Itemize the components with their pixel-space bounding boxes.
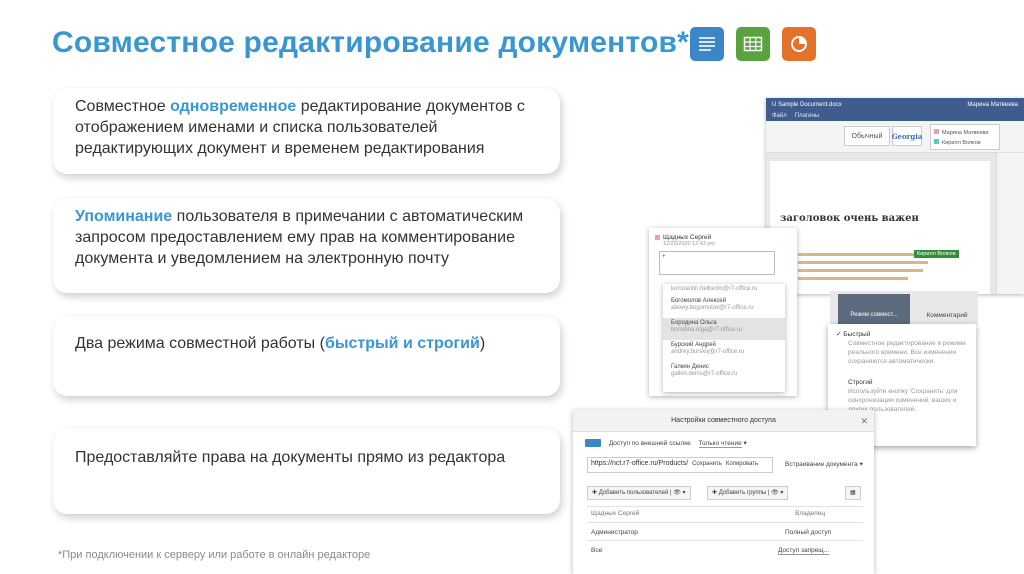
mention-list: konstantin.belbenin@r7-office.ru Богомол…: [663, 284, 785, 392]
mention-name: Богомолов Алексей: [671, 298, 726, 304]
mention-email: alexey.bogomolov@r7-office.ru: [671, 305, 754, 311]
feature-card-mentions: Упоминание пользователя в примечании с а…: [53, 198, 560, 293]
coedit-mode-button[interactable]: Режим совмест...: [838, 294, 910, 324]
card-highlight: Упоминание: [75, 208, 173, 225]
mention-email: andrey.burskiy@r7-office.ru: [671, 349, 745, 355]
active-users-popup: Марина Матвеева Кирилл Волков: [930, 124, 1000, 150]
sharing-settings-dialog: Настройки совместного доступа ✕ Доступ п…: [573, 410, 874, 574]
editor-menu: Файл Плагины: [766, 111, 1024, 121]
external-link-row: Доступ по внешней ссылке Только чтение ▾: [585, 439, 747, 448]
comments-button[interactable]: Комментарий: [918, 294, 976, 324]
mode-option-fast[interactable]: ✓ Быстрый: [836, 330, 968, 339]
comment-author: Щадных Сергей: [655, 234, 791, 241]
share-link-field[interactable]: https://nct.r7-office.ru/Products/ Сохра…: [587, 457, 773, 473]
feature-card-modes: Два режима совместной работы (быстрый и …: [53, 316, 560, 396]
card-text: Предоставляйте права на документы прямо …: [75, 449, 506, 466]
feature-card-realtime: Совместное одновременное редактирование …: [53, 88, 560, 174]
mode-option-desc: Совместное редактирование в режиме реаль…: [848, 340, 966, 365]
external-link-toggle[interactable]: [585, 439, 601, 448]
add-groups-button[interactable]: ✚ Добавить группы | 👁 ▾: [707, 486, 789, 500]
mention-item[interactable]: Бурский Андрей andrey.burskiy@r7-office.r…: [663, 340, 785, 362]
card-highlight: одновременное: [170, 98, 297, 115]
editor-screenshot: U Sample Document.docx Марина Матвеева Ф…: [766, 98, 1024, 294]
active-user-name: Кирилл Волков: [942, 140, 981, 146]
editor-user: Марина Матвеева: [967, 101, 1018, 108]
mention-email: konstantin.belbenin@r7-office.ru: [671, 286, 758, 292]
editor-toolbar: Обычный Georgia Марина Матвеева Кирилл В…: [766, 121, 1024, 153]
document-lines-icon: [690, 27, 724, 61]
comment-date: 12/26/2020 12:43 pm: [663, 241, 715, 247]
share-row-name: Администратор: [591, 529, 638, 536]
user-color-swatch: [934, 139, 939, 144]
mention-email: borodina.olga@r7-office.ru: [671, 327, 743, 333]
editor-right-panel: [996, 153, 1024, 294]
editor-canvas: заголовок очень важен Кирилл Волков: [766, 153, 1024, 294]
doc-heading: заголовок очень важен: [780, 213, 919, 224]
dialog-header: Настройки совместного доступа ✕: [573, 410, 874, 432]
mention-item[interactable]: konstantin.belbenin@r7-office.ru: [663, 284, 785, 296]
card-text: ): [479, 335, 486, 352]
comment-input[interactable]: +: [659, 251, 775, 275]
pie-chart-icon: [782, 27, 816, 61]
close-icon[interactable]: ✕: [860, 410, 868, 432]
mention-name: Бородина Ольга: [671, 320, 717, 326]
add-users-button[interactable]: ✚ Добавить пользователей | 👁 ▾: [587, 486, 691, 500]
share-row-name: Все: [591, 547, 603, 554]
feature-card-rights: Предоставляйте права на документы прямо …: [53, 428, 560, 514]
external-access-select[interactable]: Только чтение: [698, 440, 742, 448]
divider: [587, 522, 863, 523]
footnote: *При подключении к серверу или работе в …: [58, 549, 371, 561]
add-users-label: Добавить пользователей: [598, 490, 669, 496]
menu-item-file[interactable]: Файл: [772, 113, 787, 119]
style-font[interactable]: Georgia: [892, 126, 922, 146]
copy-link-button[interactable]: Копировать: [726, 461, 758, 467]
menu-item-plugins[interactable]: Плагины: [795, 113, 819, 119]
add-groups-label: Добавить группы: [718, 490, 767, 496]
mention-item[interactable]: Бородина Ольга borodina.olga@r7-office.ru: [663, 318, 785, 340]
editor-titlebar: U Sample Document.docx Марина Матвеева: [766, 98, 1024, 111]
table-grid-icon: [736, 27, 770, 61]
share-row-access-select[interactable]: Доступ запрещ...: [778, 547, 830, 555]
mention-email: galkin.denis@r7-office.ru: [671, 371, 738, 377]
mention-name: Бурский Андрей: [671, 342, 716, 348]
style-normal[interactable]: Обычный: [844, 126, 890, 146]
divider: [587, 540, 863, 541]
divider: [587, 506, 863, 507]
embed-label: Встраивание документа: [785, 461, 858, 468]
card-text: Два режима совместной работы (: [75, 335, 325, 352]
mention-item[interactable]: Богомолов Алексей alexey.bogomolov@r7-off…: [663, 296, 785, 318]
save-link-button[interactable]: Сохранить: [692, 461, 722, 467]
mode-option-strict[interactable]: Строгий: [836, 378, 968, 387]
dialog-title: Настройки совместного доступа: [671, 417, 776, 424]
embed-document-select[interactable]: Встраивание документа ▾: [785, 460, 863, 468]
user-cursor-tag: Кирилл Волков: [914, 250, 959, 258]
share-link-value: https://nct.r7-office.ru/Products/: [591, 460, 689, 467]
active-user-name: Марина Матвеева: [942, 130, 989, 136]
app-icons: [690, 27, 816, 61]
mention-name: Галкин Денис: [671, 364, 709, 370]
grid-view-icon[interactable]: ▦: [845, 486, 861, 500]
editor-file-name: U Sample Document.docx: [772, 101, 842, 108]
share-row-name: Щадных Сергей: [591, 510, 640, 517]
mention-item[interactable]: Галкин Денис galkin.denis@r7-office.ru: [663, 362, 785, 384]
share-row-access: Владелец: [795, 510, 826, 517]
share-row-access: Полный доступ: [785, 529, 832, 536]
external-link-label: Доступ по внешней ссылке: [608, 440, 691, 447]
document-page[interactable]: заголовок очень важен: [770, 161, 990, 294]
user-color-swatch: [934, 129, 939, 134]
card-highlight: быстрый и строгий: [324, 335, 480, 352]
card-text: Совместное: [75, 98, 171, 115]
page-title: Совместное редактирование документов*: [52, 26, 690, 59]
